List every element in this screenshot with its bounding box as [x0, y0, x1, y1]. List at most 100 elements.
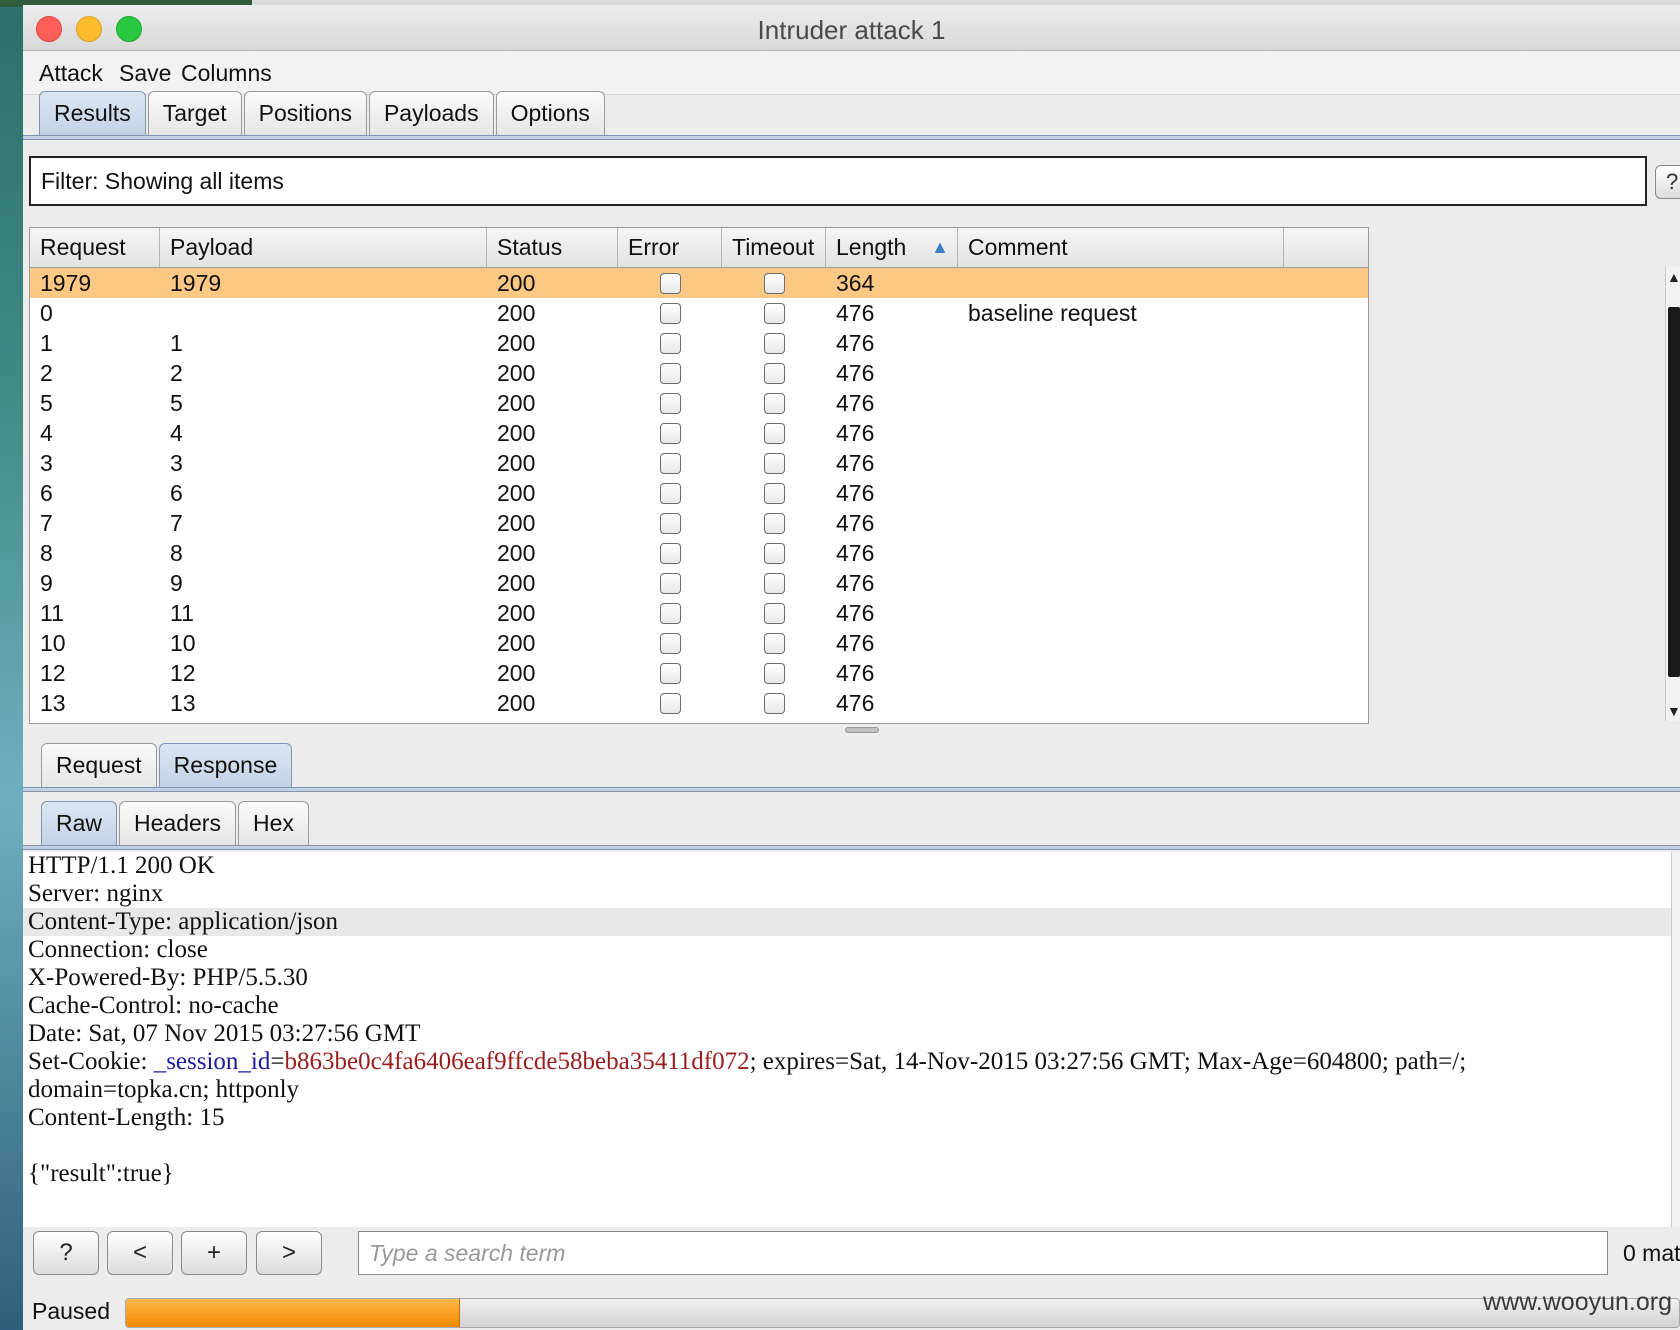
error-checkbox[interactable] — [659, 512, 681, 534]
scroll-down-icon[interactable]: ▼ — [1667, 703, 1680, 719]
column-header-status[interactable]: Status — [487, 228, 618, 267]
timeout-checkbox[interactable] — [763, 302, 785, 324]
timeout-checkbox[interactable] — [763, 512, 785, 534]
response-text-area[interactable]: HTTP/1.1 200 OK Server: nginx Content-Ty… — [23, 852, 1673, 1227]
table-row[interactable]: 6 6 200 476 — [30, 478, 1368, 508]
error-checkbox[interactable] — [659, 602, 681, 624]
error-checkbox-cell — [618, 448, 722, 478]
column-header-error[interactable]: Error — [618, 228, 722, 267]
timeout-checkbox[interactable] — [763, 602, 785, 624]
timeout-checkbox-cell — [722, 388, 826, 418]
timeout-checkbox[interactable] — [763, 332, 785, 354]
timeout-checkbox[interactable] — [763, 542, 785, 564]
table-row[interactable]: 5 5 200 476 — [30, 388, 1368, 418]
error-checkbox[interactable] — [659, 302, 681, 324]
table-scroll-thumb[interactable] — [1668, 307, 1680, 677]
tab-options[interactable]: Options — [495, 91, 605, 135]
timeout-checkbox[interactable] — [763, 362, 785, 384]
response-line: HTTP/1.1 200 OK — [28, 852, 215, 879]
timeout-checkbox[interactable] — [763, 692, 785, 714]
timeout-checkbox-cell — [722, 418, 826, 448]
column-header-comment[interactable]: Comment — [958, 228, 1284, 267]
timeout-checkbox-cell — [722, 598, 826, 628]
response-scrollbar[interactable] — [1671, 852, 1680, 1227]
tab-request[interactable]: Request — [41, 743, 157, 787]
tab-payloads[interactable]: Payloads — [368, 91, 494, 135]
cell-payload: 1 — [170, 330, 183, 356]
search-help-button[interactable]: ? — [33, 1231, 99, 1275]
table-empty-area — [1369, 227, 1680, 724]
table-row[interactable]: 3 3 200 476 — [30, 448, 1368, 478]
column-header-payload[interactable]: Payload — [160, 228, 487, 267]
error-checkbox[interactable] — [659, 692, 681, 714]
table-row[interactable]: 10 10 200 476 — [30, 628, 1368, 658]
table-row[interactable]: 0 200 476 baseline request — [30, 298, 1368, 328]
table-row[interactable]: 13 13 200 476 — [30, 688, 1368, 718]
split-pane-handle[interactable] — [845, 727, 879, 733]
error-checkbox[interactable] — [659, 662, 681, 684]
timeout-checkbox[interactable] — [763, 662, 785, 684]
tab-headers[interactable]: Headers — [119, 801, 236, 845]
menu-columns[interactable]: Columns — [181, 60, 272, 87]
error-checkbox[interactable] — [659, 362, 681, 384]
tab-results[interactable]: Results — [39, 91, 146, 135]
error-checkbox-cell — [618, 268, 722, 298]
timeout-checkbox[interactable] — [763, 452, 785, 474]
tab-response[interactable]: Response — [158, 743, 293, 787]
cell-payload: 9 — [170, 570, 183, 596]
menu-bar: Attack Save Columns — [23, 51, 1680, 95]
timeout-checkbox[interactable] — [763, 632, 785, 654]
cell-comment — [958, 538, 1284, 568]
timeout-checkbox[interactable] — [763, 272, 785, 294]
tab-positions[interactable]: Positions — [243, 91, 367, 135]
search-next-button[interactable]: > — [256, 1231, 322, 1275]
filter-bar[interactable]: Filter: Showing all items — [29, 156, 1647, 206]
cell-status: 200 — [497, 660, 536, 686]
timeout-checkbox[interactable] — [763, 572, 785, 594]
table-row[interactable]: 9 9 200 476 — [30, 568, 1368, 598]
error-checkbox[interactable] — [659, 392, 681, 414]
menu-save[interactable]: Save — [119, 60, 171, 87]
cell-request: 8 — [40, 540, 53, 566]
error-checkbox[interactable] — [659, 572, 681, 594]
timeout-checkbox[interactable] — [763, 392, 785, 414]
search-add-button[interactable]: + — [181, 1231, 247, 1275]
error-checkbox-cell — [618, 298, 722, 328]
error-checkbox[interactable] — [659, 482, 681, 504]
column-header-request[interactable]: Request — [30, 228, 160, 267]
table-row[interactable]: 1979 1979 200 364 — [30, 268, 1368, 298]
cell-request: 3 — [40, 450, 53, 476]
tab-hex[interactable]: Hex — [237, 801, 309, 845]
table-row[interactable]: 12 12 200 476 — [30, 658, 1368, 688]
table-row[interactable]: 1 1 200 476 — [30, 328, 1368, 358]
main-tab-bar: Results Target Positions Payloads Option… — [39, 91, 607, 135]
filter-help-button[interactable]: ? — [1655, 165, 1680, 199]
table-scrollbar[interactable]: ▲ ▼ — [1665, 267, 1680, 721]
tab-raw[interactable]: Raw — [41, 801, 118, 845]
search-input[interactable] — [358, 1231, 1608, 1275]
set-cookie-continuation: domain=topka.cn; httponly — [28, 1076, 300, 1103]
cell-request: 0 — [40, 300, 53, 326]
table-row[interactable]: 11 11 200 476 — [30, 598, 1368, 628]
table-row[interactable]: 4 4 200 476 — [30, 418, 1368, 448]
error-checkbox[interactable] — [659, 332, 681, 354]
menu-attack[interactable]: Attack — [39, 60, 103, 87]
error-checkbox[interactable] — [659, 272, 681, 294]
table-row[interactable]: 7 7 200 476 — [30, 508, 1368, 538]
timeout-checkbox[interactable] — [763, 422, 785, 444]
column-header-timeout[interactable]: Timeout — [722, 228, 826, 267]
error-checkbox[interactable] — [659, 542, 681, 564]
timeout-checkbox[interactable] — [763, 482, 785, 504]
table-row[interactable]: 2 2 200 476 — [30, 358, 1368, 388]
error-checkbox[interactable] — [659, 422, 681, 444]
search-previous-button[interactable]: < — [107, 1231, 173, 1275]
scroll-up-icon[interactable]: ▲ — [1667, 269, 1680, 285]
error-checkbox[interactable] — [659, 452, 681, 474]
cell-request: 6 — [40, 480, 53, 506]
error-checkbox[interactable] — [659, 632, 681, 654]
table-row[interactable]: 8 8 200 476 — [30, 538, 1368, 568]
tab-target[interactable]: Target — [147, 91, 242, 135]
column-header-length[interactable]: Length ▲ — [826, 228, 958, 267]
cell-length: 476 — [836, 450, 875, 476]
window-title: Intruder attack 1 — [757, 15, 946, 45]
